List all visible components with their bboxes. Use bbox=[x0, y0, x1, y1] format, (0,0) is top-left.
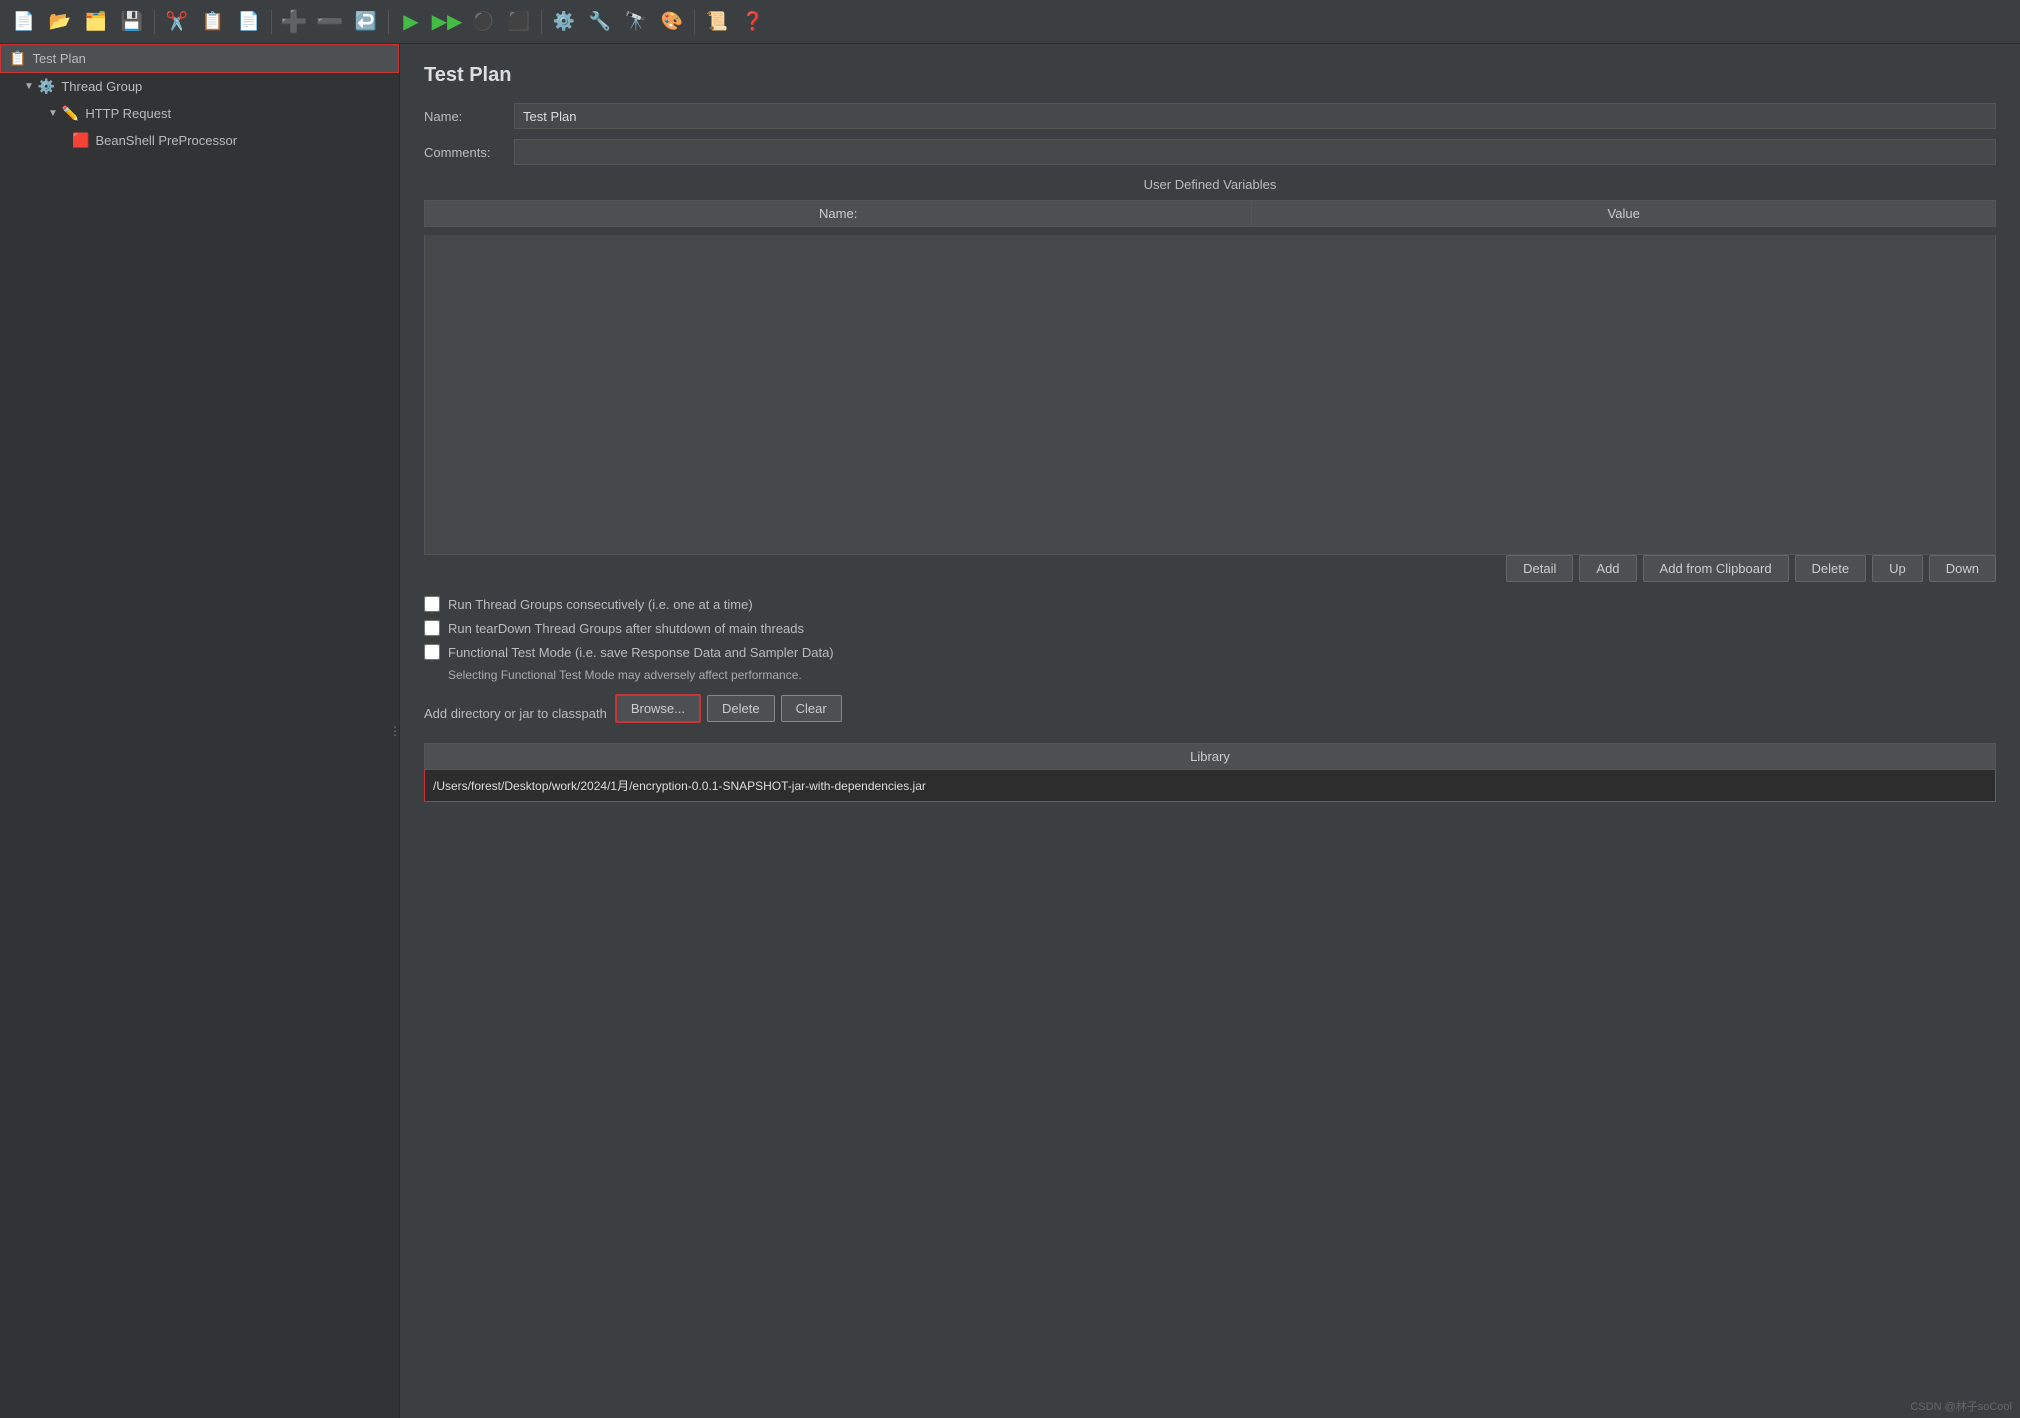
classpath-row: Add directory or jar to classpath Browse… bbox=[424, 694, 1996, 733]
stop-button[interactable]: ⚫ bbox=[467, 6, 499, 38]
functional-test-row: Functional Test Mode (i.e. save Response… bbox=[424, 644, 1996, 660]
stop-remote-button[interactable]: ⬛ bbox=[503, 6, 535, 38]
tree-item-test-plan[interactable]: 📋 Test Plan bbox=[0, 44, 399, 73]
separator-1 bbox=[154, 10, 155, 34]
tree-item-label: HTTP Request bbox=[85, 106, 171, 121]
expand-icon: ▼ bbox=[48, 108, 58, 119]
run-button[interactable]: ▶ bbox=[395, 6, 427, 38]
plugin-button[interactable]: 🔧 bbox=[584, 6, 616, 38]
add-variable-button[interactable]: Add bbox=[1579, 555, 1636, 582]
run-teardown-row: Run tearDown Thread Groups after shutdow… bbox=[424, 620, 1996, 636]
name-label: Name: bbox=[424, 109, 514, 124]
cut-button[interactable]: ✂️ bbox=[161, 6, 193, 38]
comments-field-row: Comments: bbox=[424, 139, 1996, 165]
sidebar: 📋 Test Plan ▼ ⚙️ Thread Group ▼ ✏️ HTTP … bbox=[0, 44, 400, 1418]
name-input[interactable] bbox=[514, 103, 1996, 129]
run-teardown-label: Run tearDown Thread Groups after shutdow… bbox=[448, 621, 804, 636]
detail-button[interactable]: Detail bbox=[1506, 555, 1573, 582]
separator-3 bbox=[388, 10, 389, 34]
up-button[interactable]: Up bbox=[1872, 555, 1923, 582]
comments-input[interactable] bbox=[514, 139, 1996, 165]
undo-button[interactable]: ↩️ bbox=[350, 6, 382, 38]
run-remote-button[interactable]: ▶▶ bbox=[431, 6, 463, 38]
delete-variable-button[interactable]: Delete bbox=[1795, 555, 1867, 582]
paste-button[interactable]: 📄 bbox=[233, 6, 265, 38]
copy-button[interactable]: 📋 bbox=[197, 6, 229, 38]
http-request-icon: ✏️ bbox=[62, 105, 79, 122]
run-teardown-checkbox[interactable] bbox=[424, 620, 440, 636]
save-button[interactable]: 💾 bbox=[116, 6, 148, 38]
test-plan-icon: 📋 bbox=[9, 50, 26, 67]
library-title: Library bbox=[424, 743, 1996, 770]
library-section: Library /Users/forest/Desktop/work/2024/… bbox=[424, 743, 1996, 802]
panel-title: Test Plan bbox=[424, 64, 1996, 87]
tree-item-thread-group[interactable]: ▼ ⚙️ Thread Group bbox=[0, 73, 399, 100]
browse-button[interactable]: Browse... bbox=[615, 694, 701, 723]
toolbar: 📄 📂 🗂️ 💾 ✂️ 📋 📄 ➕ ➖ ↩️ ▶ ▶▶ ⚫ ⬛ ⚙️ 🔧 🔭 🎨… bbox=[0, 0, 2020, 44]
variables-table-body bbox=[424, 235, 1996, 555]
binoculars-button[interactable]: 🔭 bbox=[620, 6, 652, 38]
name-column-header: Name: bbox=[425, 201, 1252, 227]
functional-test-checkbox[interactable] bbox=[424, 644, 440, 660]
run-consecutive-label: Run Thread Groups consecutively (i.e. on… bbox=[448, 597, 753, 612]
tree-item-http-request[interactable]: ▼ ✏️ HTTP Request bbox=[0, 100, 399, 127]
library-entry[interactable]: /Users/forest/Desktop/work/2024/1月/encry… bbox=[424, 770, 1996, 802]
thread-group-icon: ⚙️ bbox=[38, 78, 55, 95]
separator-5 bbox=[694, 10, 695, 34]
classpath-label: Add directory or jar to classpath bbox=[424, 706, 607, 721]
run-consecutive-checkbox[interactable] bbox=[424, 596, 440, 612]
tree-item-beanshell[interactable]: 🟥 BeanShell PreProcessor bbox=[0, 127, 399, 154]
sidebar-resize-handle[interactable]: ⋮ bbox=[391, 711, 399, 751]
script-button[interactable]: 📜 bbox=[701, 6, 733, 38]
add-button[interactable]: ➕ bbox=[278, 6, 310, 38]
classpath-buttons: Browse... Delete Clear bbox=[615, 694, 842, 723]
new-button[interactable]: 📄 bbox=[8, 6, 40, 38]
beanshell-icon: 🟥 bbox=[72, 132, 89, 149]
down-button[interactable]: Down bbox=[1929, 555, 1996, 582]
expand-icon: ▼ bbox=[24, 81, 34, 92]
open-button[interactable]: 📂 bbox=[44, 6, 76, 38]
remove-button[interactable]: ➖ bbox=[314, 6, 346, 38]
functional-note: Selecting Functional Test Mode may adver… bbox=[448, 668, 1996, 682]
run-consecutive-row: Run Thread Groups consecutively (i.e. on… bbox=[424, 596, 1996, 612]
save-copy-button[interactable]: 🗂️ bbox=[80, 6, 112, 38]
tree-item-label: Thread Group bbox=[61, 79, 142, 94]
paint-button[interactable]: 🎨 bbox=[656, 6, 688, 38]
settings-button[interactable]: ⚙️ bbox=[548, 6, 580, 38]
functional-test-label: Functional Test Mode (i.e. save Response… bbox=[448, 645, 834, 660]
name-field-row: Name: bbox=[424, 103, 1996, 129]
variables-section-title: User Defined Variables bbox=[424, 177, 1996, 192]
main-layout: 📋 Test Plan ▼ ⚙️ Thread Group ▼ ✏️ HTTP … bbox=[0, 44, 2020, 1418]
add-from-clipboard-button[interactable]: Add from Clipboard bbox=[1643, 555, 1789, 582]
footer-watermark: CSDN @林子soCool bbox=[1910, 1398, 2012, 1414]
value-column-header: Value bbox=[1252, 201, 1996, 227]
comments-label: Comments: bbox=[424, 145, 514, 160]
help-button[interactable]: ❓ bbox=[737, 6, 769, 38]
separator-2 bbox=[271, 10, 272, 34]
clear-button[interactable]: Clear bbox=[781, 695, 842, 722]
content-panel: Test Plan Name: Comments: User Defined V… bbox=[400, 44, 2020, 1418]
variables-table: Name: Value bbox=[424, 200, 1996, 227]
delete-classpath-button[interactable]: Delete bbox=[707, 695, 775, 722]
tree-item-label: BeanShell PreProcessor bbox=[95, 133, 237, 148]
separator-4 bbox=[541, 10, 542, 34]
table-actions: Detail Add Add from Clipboard Delete Up … bbox=[424, 555, 1996, 582]
tree-item-label: Test Plan bbox=[32, 51, 85, 66]
